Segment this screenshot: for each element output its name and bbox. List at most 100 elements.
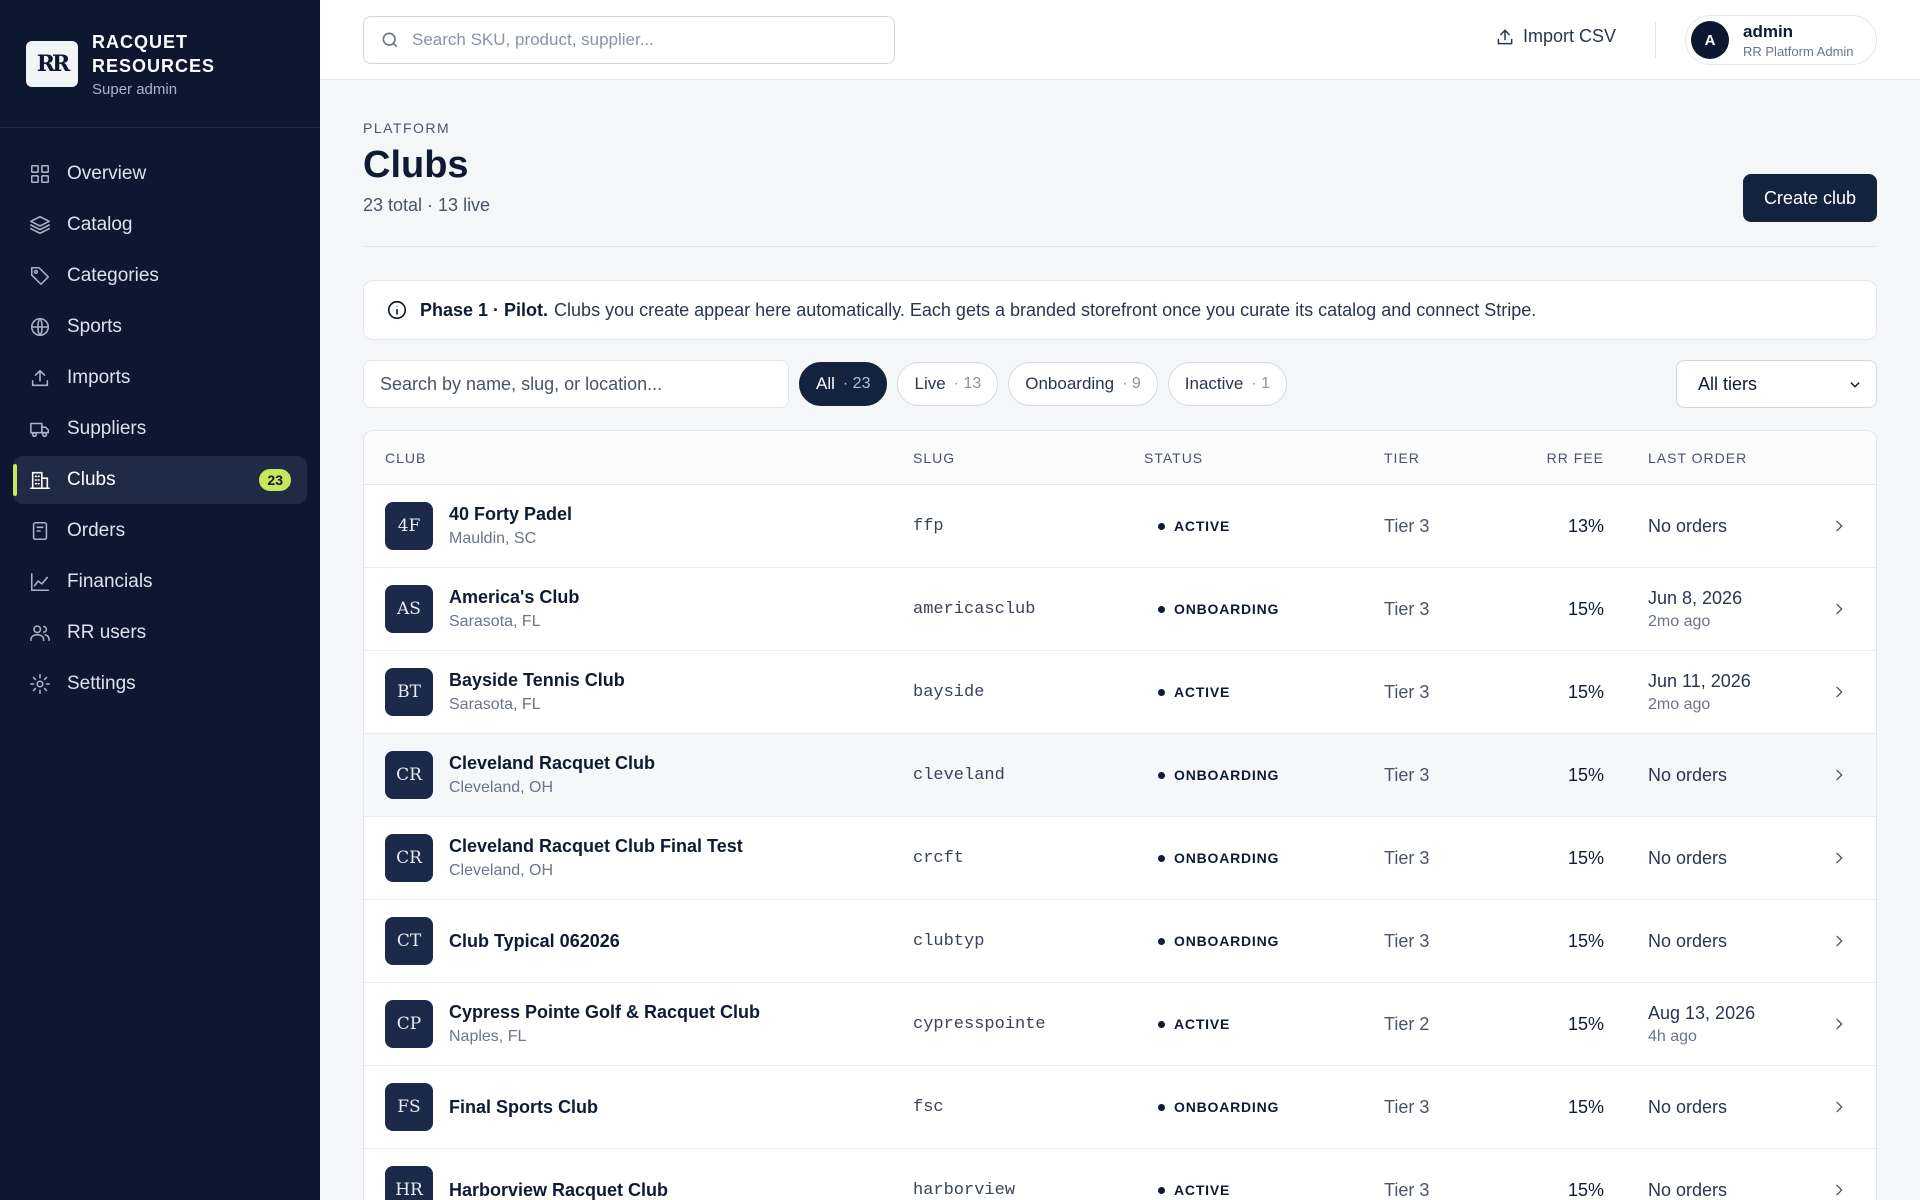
table-row[interactable]: CR Cleveland Racquet Club Cleveland, OH …: [364, 734, 1876, 817]
filter-chip-live[interactable]: Live · 13: [897, 362, 999, 406]
sidebar-item-settings[interactable]: Settings: [13, 660, 307, 708]
table-row[interactable]: CT Club Typical 062026 clubtyp ONBOARDIN…: [364, 900, 1876, 983]
last-order-ago: 4h ago: [1648, 1027, 1697, 1045]
brand-subtitle: Super admin: [92, 81, 178, 98]
filter-chip-inactive[interactable]: Inactive · 1: [1167, 362, 1288, 406]
table-row[interactable]: HR Harborview Racquet Club harborview AC…: [364, 1149, 1876, 1200]
sidebar-item-label: Overview: [67, 163, 147, 184]
club-slug: ffp: [913, 516, 944, 536]
last-order-ago: 2mo ago: [1648, 612, 1711, 630]
chevron-right-icon: [1836, 1018, 1843, 1030]
sidebar-item-rr-users[interactable]: RR users: [13, 609, 307, 657]
last-order-date: No orders: [1648, 764, 1728, 785]
sidebar-item-suppliers[interactable]: Suppliers: [13, 405, 307, 453]
table-row[interactable]: AS America's Club Sarasota, FL americasc…: [364, 568, 1876, 651]
club-slug: cypresspointe: [913, 1014, 1046, 1034]
col-header-status[interactable]: STATUS: [1144, 450, 1384, 466]
club-rr-fee: 15%: [1567, 764, 1604, 785]
last-order: Jun 11, 2026 2mo ago: [1604, 671, 1804, 714]
table-row[interactable]: CP Cypress Pointe Golf & Racquet Club Na…: [364, 983, 1876, 1066]
club-rr-fee: 15%: [1567, 1013, 1604, 1034]
row-open[interactable]: [1804, 684, 1874, 700]
club-name: Cleveland Racquet Club: [449, 753, 656, 773]
row-open[interactable]: [1804, 933, 1874, 949]
row-open[interactable]: [1804, 1016, 1874, 1032]
clubs-count-badge: 23: [259, 469, 291, 491]
club-name: Harborview Racquet Club: [449, 1179, 669, 1200]
table-row[interactable]: BT Bayside Tennis Club Sarasota, FL bays…: [364, 651, 1876, 734]
filter-chip-all[interactable]: All · 23: [799, 362, 888, 406]
status-badge: ONBOARDING: [1144, 767, 1384, 783]
global-search-input[interactable]: [412, 30, 872, 50]
table-row[interactable]: CR Cleveland Racquet Club Final Test Cle…: [364, 817, 1876, 900]
status-label: ACTIVE: [1174, 518, 1231, 534]
chevron-right-icon: [1836, 520, 1843, 532]
last-order-date: No orders: [1648, 847, 1728, 868]
club-monogram: AS: [385, 585, 433, 633]
club-name: Cypress Pointe Golf & Racquet Club: [449, 1002, 761, 1022]
sidebar-item-label: Settings: [67, 673, 136, 694]
chip-label: Onboarding: [1025, 374, 1115, 393]
status-label: ONBOARDING: [1174, 601, 1280, 617]
col-header-tier[interactable]: TIER: [1384, 450, 1494, 466]
sidebar-item-label: Clubs: [67, 469, 116, 490]
main-content: PLATFORM Clubs 23 total · 13 live Create…: [363, 80, 1877, 1200]
sidebar-item-catalog[interactable]: Catalog: [13, 201, 307, 249]
row-open[interactable]: [1804, 850, 1874, 866]
divider: [363, 246, 1877, 247]
club-location: Mauldin, SC: [449, 530, 537, 547]
col-header-club[interactable]: CLUB: [364, 450, 913, 466]
row-open[interactable]: [1804, 601, 1874, 617]
sidebar-item-clubs[interactable]: Clubs 23: [13, 456, 307, 504]
upload-icon: [1497, 29, 1513, 44]
tier-select[interactable]: All tiers: [1676, 360, 1877, 408]
club-tier: Tier 3: [1384, 847, 1430, 868]
notice-text: Clubs you create appear here automatical…: [554, 299, 1537, 320]
filter-bar: All · 23 Live · 13 Onboarding · 9 Inacti…: [363, 360, 1877, 408]
status-label: ACTIVE: [1174, 1182, 1231, 1198]
chip-label: All: [816, 374, 835, 393]
club-location: Cleveland, OH: [449, 779, 554, 796]
status-badge: ONBOARDING: [1144, 933, 1384, 949]
status-badge: ONBOARDING: [1144, 601, 1384, 617]
col-header-slug[interactable]: SLUG: [913, 450, 1144, 466]
club-name: Cleveland Racquet Club Final Test: [449, 836, 743, 856]
status-dot-icon: [1158, 1186, 1165, 1194]
filter-chip-onboarding[interactable]: Onboarding · 9: [1008, 362, 1158, 406]
table-row[interactable]: 4F 40 Forty Padel Mauldin, SC ffp ACTIVE…: [364, 485, 1876, 568]
club-tier: Tier 3: [1384, 764, 1430, 785]
account-menu[interactable]: A admin RR Platform Admin: [1685, 15, 1877, 65]
brand[interactable]: RR RACQUET RESOURCES Super admin: [0, 0, 320, 128]
info-icon: [387, 300, 407, 320]
club-location: Sarasota, FL: [449, 696, 541, 713]
page-subtitle: 23 total · 13 live: [363, 195, 491, 215]
club-monogram: CP: [385, 1000, 433, 1048]
sidebar-item-categories[interactable]: Categories: [13, 252, 307, 300]
page-eyebrow: PLATFORM: [363, 120, 451, 136]
row-open[interactable]: [1804, 1099, 1874, 1115]
sidebar-item-orders[interactable]: Orders: [13, 507, 307, 555]
sidebar-item-label: Suppliers: [67, 418, 147, 439]
import-csv-button[interactable]: Import CSV: [1495, 26, 1616, 47]
col-header-rr-fee[interactable]: RR FEE: [1494, 450, 1604, 466]
club-monogram: CR: [385, 834, 433, 882]
sidebar-item-overview[interactable]: Overview: [13, 150, 307, 198]
sidebar-item-financials[interactable]: Financials: [13, 558, 307, 606]
table-header: CLUB SLUG STATUS TIER RR FEE LAST ORDER: [364, 431, 1876, 485]
row-open[interactable]: [1804, 767, 1874, 783]
sidebar-item-imports[interactable]: Imports: [13, 354, 307, 402]
create-club-button[interactable]: Create club: [1742, 174, 1877, 222]
row-open[interactable]: [1804, 1182, 1874, 1198]
sidebar-item-sports[interactable]: Sports: [13, 303, 307, 351]
col-header-last-order[interactable]: LAST ORDER: [1604, 450, 1804, 466]
club-search-input[interactable]: [363, 360, 789, 408]
club-tier: Tier 3: [1384, 598, 1430, 619]
row-open[interactable]: [1804, 518, 1874, 534]
sidebar-item-label: Financials: [67, 571, 153, 592]
account-role: RR Platform Admin: [1743, 43, 1854, 59]
sidebar-item-label: RR users: [67, 622, 147, 643]
last-order-ago: 2mo ago: [1648, 695, 1711, 713]
chevron-right-icon: [1836, 1184, 1843, 1196]
global-search[interactable]: [363, 16, 895, 64]
table-row[interactable]: FS Final Sports Club fsc ONBOARDING Tier…: [364, 1066, 1876, 1149]
